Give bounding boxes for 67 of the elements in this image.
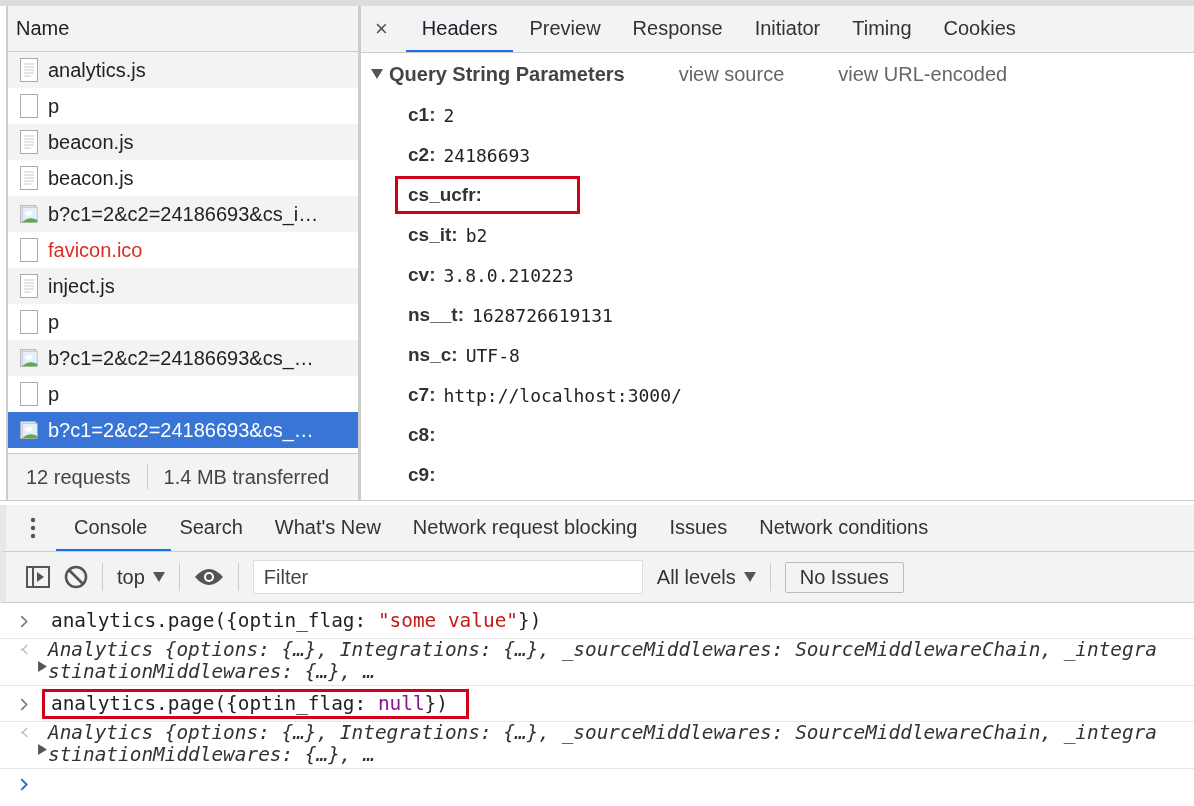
tab[interactable]: Cookies [927, 6, 1032, 52]
drawer-tab[interactable]: Search [179, 505, 267, 551]
param-value: b2 [465, 224, 488, 246]
console-command: analytics.page({optin_flag: null}) [51, 692, 448, 715]
param-key: c7: [408, 384, 436, 406]
request-row[interactable]: favicon.ico [8, 232, 358, 268]
drawer-tab[interactable]: Issues [669, 505, 752, 551]
param-key: c9: [408, 464, 436, 486]
transfer-size: 1.4 MB transferred [163, 465, 330, 489]
tab[interactable]: Timing [836, 6, 928, 52]
param-key: cv: [408, 264, 436, 286]
request-row[interactable]: b?c1=2&c2=24186693&cs_i… [8, 196, 358, 232]
request-name: p [48, 382, 60, 406]
param-value: 24186693 [443, 144, 531, 166]
levels-dropdown[interactable]: All levels [656, 565, 756, 589]
tab[interactable]: Preview [513, 6, 617, 52]
tab[interactable]: Response [616, 6, 739, 52]
request-name: b?c1=2&c2=24186693&cs_i… [48, 202, 319, 226]
param-key: c8: [408, 424, 436, 446]
console-command: analytics.page({optin_flag: "some value"}) [51, 609, 542, 632]
param-value: 2 [443, 104, 455, 126]
drawer-tab[interactable]: What's New [274, 505, 405, 551]
console-output: Analytics {options: {…}, Integrations: {…}, _sourceMiddlewares: SourceMiddlewareChain, _integra [48, 639, 1158, 661]
param-key: c1: [408, 104, 436, 126]
console-output: stinationMiddlewares: {…}, … [48, 661, 376, 683]
request-name: favicon.ico [48, 238, 143, 262]
request-row[interactable]: analytics.js [8, 52, 358, 88]
request-row[interactable]: beacon.js [8, 160, 358, 196]
request-name: b?c1=2&c2=24186693&cs_… [48, 346, 314, 370]
param-key: ns__t: [408, 304, 464, 326]
console-output: stinationMiddlewares: {…}, … [48, 744, 376, 766]
request-row[interactable]: b?c1=2&c2=24186693&cs_… [8, 340, 358, 376]
request-name: beacon.js [48, 130, 134, 154]
console-output: Analytics {options: {…}, Integrations: {…}, _sourceMiddlewares: SourceMiddlewareChain, _integra [48, 722, 1158, 744]
param-key: cs_it: [408, 224, 458, 246]
view-link[interactable]: view source [678, 62, 785, 86]
request-row[interactable]: p [8, 304, 358, 340]
request-row[interactable]: beacon.js [8, 124, 358, 160]
request-name: p [48, 310, 60, 334]
drawer-tab[interactable]: Network request blocking [412, 505, 662, 551]
column-header[interactable]: Name [8, 6, 358, 52]
section-toggle[interactable]: Query String Parameters [371, 62, 625, 86]
param-value: UTF-8 [465, 344, 520, 366]
param-value: http://localhost:3000/ [443, 384, 682, 406]
request-name: b?c1=2&c2=24186693&cs_… [48, 418, 314, 442]
filter-field[interactable]: Filter [252, 560, 643, 594]
request-row[interactable]: b?c1=2&c2=24186693&cs_… [8, 412, 358, 448]
request-name: inject.js [48, 274, 115, 298]
request-name: analytics.js [48, 58, 146, 82]
param-value: 1628726619131 [471, 304, 613, 326]
param-key: ns_c: [408, 344, 458, 366]
issues-button[interactable]: No Issues [784, 561, 904, 593]
param-key: cs_ucfr: [408, 184, 482, 206]
request-row[interactable]: p [8, 88, 358, 124]
tab[interactable]: Headers [405, 6, 514, 52]
request-row[interactable]: p [8, 376, 358, 412]
request-name: beacon.js [48, 166, 134, 190]
param-value: 3.8.0.210223 [443, 264, 574, 286]
view-link[interactable]: view URL-encoded [838, 62, 1008, 86]
close-button[interactable]: × [375, 6, 406, 52]
request-name: p [48, 94, 60, 118]
context-dropdown[interactable]: top [117, 565, 165, 589]
param-key: c2: [408, 144, 436, 166]
drawer-tab[interactable]: Network conditions [759, 505, 953, 551]
request-row[interactable]: inject.js [8, 268, 358, 304]
request-count: 12 requests [26, 465, 131, 489]
tab[interactable]: Initiator [738, 6, 837, 52]
